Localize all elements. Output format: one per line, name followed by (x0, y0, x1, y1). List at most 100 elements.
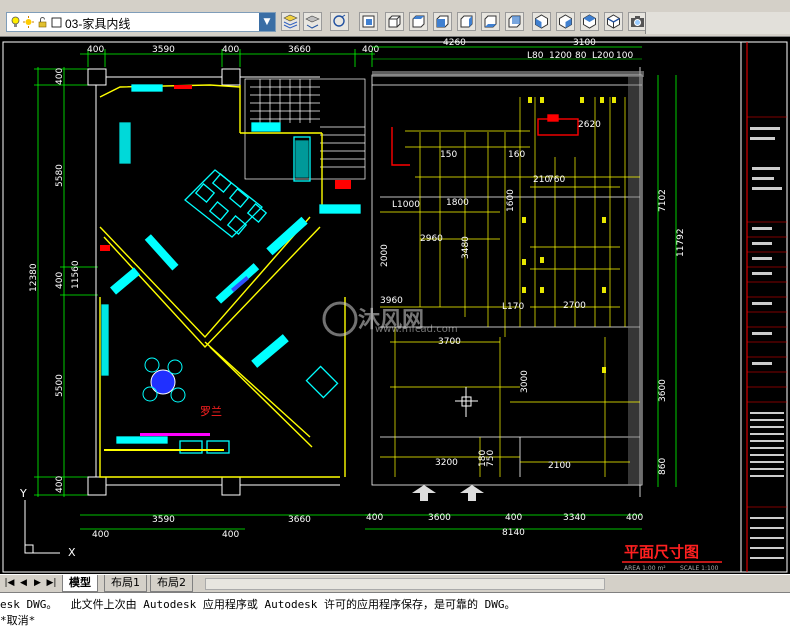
top-right-dim: 3100 (573, 38, 596, 48)
right-dim: 860 (658, 458, 668, 475)
drawing-subtitle-left: AREA 1:00 m² (624, 565, 666, 572)
ucs-icon (24, 500, 60, 554)
iso-ne-button[interactable] (580, 12, 599, 31)
layer-state-icon (333, 14, 346, 27)
iso-ne-icon (583, 14, 596, 29)
chevron-down-icon[interactable]: ▼ (259, 13, 275, 31)
bottom-dim-label: 400 (222, 530, 239, 540)
bottom-right-dim: 400 (626, 513, 643, 523)
3dorbit-button[interactable] (359, 12, 378, 31)
3dorbit-icon (362, 15, 375, 28)
back-view-button[interactable] (505, 12, 524, 31)
layer-toolbar: 03-家具内线 ▼ (0, 0, 790, 37)
top-dim-label: 400 (362, 45, 379, 55)
inner-dim: 2960 (420, 234, 443, 244)
left-total-dim: 12380 (29, 263, 39, 292)
camera-icon (631, 16, 644, 27)
back-view-icon (508, 15, 521, 28)
inner-dim: 1800 (446, 198, 469, 208)
left-dim-label: 400 (55, 476, 65, 493)
right-view-button[interactable] (457, 12, 476, 31)
bulb-icon[interactable] (10, 16, 21, 28)
left-dim-label: 400 (55, 68, 65, 85)
iso-nw-button[interactable] (604, 12, 623, 31)
inner-dim: 2000 (380, 244, 390, 267)
bottom-total-dim: 8140 (502, 528, 525, 538)
watermark-url: www.mfcad.com (375, 324, 458, 335)
top-view-icon (412, 15, 425, 28)
iso-se-button[interactable] (556, 12, 575, 31)
cad-drawing: 400 3590 400 3660 400 400 5580 11560 400… (2, 38, 788, 573)
layer-dropdown[interactable]: 03-家具内线 ▼ (6, 12, 276, 32)
right-dim: 11792 (676, 228, 686, 257)
unlock-icon[interactable] (37, 16, 48, 28)
top-dim-label: 3590 (152, 45, 175, 55)
layer-properties-icon (283, 14, 298, 29)
first-tab-arrow-icon[interactable]: |◀ (4, 577, 15, 590)
inner-dim: 2100 (548, 461, 571, 471)
left-dim-label: 11560 (71, 260, 81, 289)
inner-dim: 3480 (461, 236, 471, 259)
layer-properties-button[interactable] (281, 12, 300, 31)
top-small-dim: L200 (592, 51, 614, 61)
inner-dim: 2620 (578, 120, 601, 130)
last-tab-arrow-icon[interactable]: ▶| (46, 577, 57, 590)
right-dim: 3600 (658, 379, 668, 402)
tab-layout2[interactable]: 布局2 (150, 575, 193, 592)
tab-model[interactable]: 模型 (62, 575, 98, 592)
iso-sw-icon (535, 14, 548, 29)
right-dim: 7102 (658, 189, 668, 212)
inner-dim: 160 (508, 150, 525, 160)
ucs-x-label: X (68, 546, 76, 559)
inner-dim: 150 (440, 150, 457, 160)
layer-name: 03-家具内线 (65, 17, 131, 31)
iso-sw-button[interactable] (532, 12, 551, 31)
next-tab-arrow-icon[interactable]: ▶ (32, 577, 43, 590)
front-view-icon (388, 15, 401, 28)
inner-dim: 3700 (438, 337, 461, 347)
inner-dim: L170 (502, 302, 524, 312)
command-line[interactable]: esk DWG。 此文件上次由 Autodesk 应用程序或 Autodesk … (0, 592, 790, 629)
bottom-right-dim: 3340 (563, 513, 586, 523)
round-table (142, 357, 186, 403)
top-dim-label: 400 (222, 45, 239, 55)
top-small-dim: L80 (527, 51, 544, 61)
command-history-line: *取消* (0, 614, 36, 627)
horizontal-scrollbar[interactable] (205, 578, 605, 590)
sun-icon[interactable] (23, 16, 34, 28)
bottom-right-dim: 3600 (428, 513, 451, 523)
bottom-dim-label: 3590 (152, 515, 175, 525)
crosshair-cursor (455, 387, 478, 417)
drawing-title: 平面尺寸图 (624, 543, 699, 561)
left-dim-label: 5500 (55, 374, 65, 397)
ucs-y-label: Y (19, 487, 27, 500)
layer-state-button[interactable] (330, 12, 349, 31)
top-right-dim: 4260 (443, 38, 466, 48)
bottom-right-dim: 400 (366, 513, 383, 523)
top-dim-label: 400 (87, 45, 104, 55)
inner-dim: 3200 (435, 458, 458, 468)
layer-previous-button[interactable] (303, 12, 322, 31)
bottom-dim-label: 3660 (288, 515, 311, 525)
bottom-view-button[interactable] (481, 12, 500, 31)
front-view-button[interactable] (385, 12, 404, 31)
prev-tab-arrow-icon[interactable]: ◀ (18, 577, 29, 590)
left-dim-label: 400 (55, 272, 65, 289)
inner-dim: 2700 (563, 301, 586, 311)
layout-tabs-bar: |◀ ◀ ▶ ▶| 模型 布局1 布局2 (0, 574, 790, 592)
color-square-icon[interactable] (51, 16, 62, 28)
tab-layout1[interactable]: 布局1 (104, 575, 147, 592)
left-view-icon (436, 15, 449, 28)
left-view-button[interactable] (433, 12, 452, 31)
right-view-icon (460, 15, 473, 28)
top-small-dim: 1200 (549, 51, 572, 61)
bottom-right-dim: 400 (505, 513, 522, 523)
command-history-line: esk DWG。 此文件上次由 Autodesk 应用程序或 Autodesk … (0, 598, 516, 611)
iso-nw-icon (607, 14, 620, 29)
left-dim-label: 5580 (55, 164, 65, 187)
drawing-canvas[interactable]: 400 3590 400 3660 400 400 5580 11560 400… (0, 37, 790, 574)
inner-dim: 760 (548, 175, 565, 185)
top-view-button[interactable] (409, 12, 428, 31)
drawing-subtitle-right: SCALE 1:100 (680, 565, 719, 572)
top-dim-label: 3660 (288, 45, 311, 55)
